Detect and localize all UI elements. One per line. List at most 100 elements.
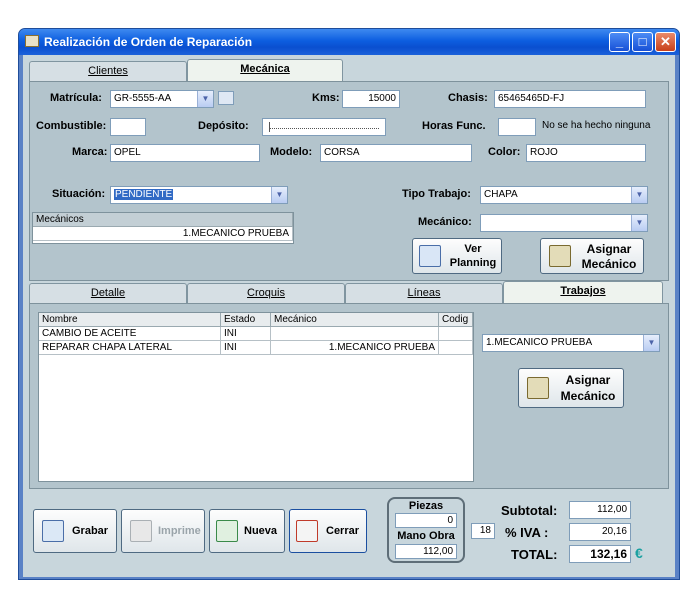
asignar-mecanico-line1: Asignar bbox=[586, 242, 632, 256]
deposito-slider[interactable] bbox=[262, 118, 386, 136]
col-codig-header[interactable]: Codig bbox=[439, 313, 473, 327]
mano-obra-field[interactable]: 112,00 bbox=[395, 544, 457, 559]
chasis-field[interactable]: 65465465D-FJ bbox=[494, 90, 646, 108]
situacion-label: Situación: bbox=[52, 188, 106, 200]
tab-clientes-label: Clientes bbox=[88, 65, 128, 77]
lookup-icon[interactable] bbox=[218, 91, 234, 105]
table-row-nombre[interactable]: REPARAR CHAPA LATERAL bbox=[39, 341, 221, 355]
tab-mecanica[interactable]: Mecánica bbox=[187, 59, 343, 83]
slider-thumb[interactable] bbox=[269, 122, 270, 132]
kms-field[interactable]: 15000 bbox=[342, 90, 400, 108]
tab-croquis-label: Croquis bbox=[247, 287, 285, 299]
trabajos-asignar-mecanico-button[interactable]: Asignar Mecánico bbox=[518, 368, 624, 408]
nueva-button[interactable]: Nueva bbox=[209, 509, 285, 553]
col-mecanico-header[interactable]: Mecánico bbox=[271, 313, 439, 327]
imprime-button: Imprime bbox=[121, 509, 205, 553]
table-row-mecanico[interactable] bbox=[271, 327, 439, 341]
minimize-button[interactable]: _ bbox=[609, 32, 630, 52]
ver-planning-line2: Planning bbox=[449, 257, 497, 269]
chevron-down-icon[interactable]: ▼ bbox=[643, 335, 659, 351]
imprime-label: Imprime bbox=[158, 525, 201, 537]
col-estado-header[interactable]: Estado bbox=[221, 313, 271, 327]
euro-symbol: € bbox=[635, 545, 643, 561]
maximize-button[interactable]: □ bbox=[632, 32, 653, 52]
horas-func-field[interactable] bbox=[498, 118, 536, 136]
col-nombre-header[interactable]: Nombre bbox=[39, 313, 221, 327]
tipo-trabajo-label: Tipo Trabajo: bbox=[402, 188, 471, 200]
ver-planning-line1: Ver bbox=[464, 243, 482, 255]
piezas-label: Piezas bbox=[408, 500, 444, 512]
combustible-label: Combustible: bbox=[36, 120, 107, 132]
mecanico-combo[interactable]: ▼ bbox=[480, 214, 648, 232]
iva-field: 20,16 bbox=[569, 523, 631, 541]
tab-detalle[interactable]: Detalle bbox=[29, 283, 187, 303]
tab-detalle-label: Detalle bbox=[90, 287, 126, 299]
grabar-label: Grabar bbox=[72, 525, 109, 537]
iva-label: % IVA : bbox=[505, 525, 549, 540]
tipo-trabajo-value: CHAPA bbox=[484, 189, 518, 200]
ver-planning-button[interactable]: Ver Planning bbox=[412, 238, 502, 274]
chevron-down-icon[interactable]: ▼ bbox=[631, 215, 647, 231]
asignar-mecanico-line2: Mecánico bbox=[581, 257, 637, 271]
assign-user-icon bbox=[549, 245, 571, 267]
new-doc-icon bbox=[216, 520, 238, 542]
tab-lineas[interactable]: Líneas bbox=[345, 283, 503, 303]
table-row-estado[interactable]: INI bbox=[221, 327, 271, 341]
tab-clientes[interactable]: Clientes bbox=[29, 61, 187, 81]
kms-label: Kms: bbox=[312, 92, 340, 104]
total-field: 132,16 bbox=[569, 545, 631, 563]
mecanicos-header: Mecánicos bbox=[33, 213, 293, 227]
trabajos-mecanico-combo[interactable]: 1.MECANICO PRUEBA ▼ bbox=[482, 334, 660, 352]
cerrar-button[interactable]: Cerrar bbox=[289, 509, 367, 553]
color-field[interactable]: ROJO bbox=[526, 144, 646, 162]
slider-ticks bbox=[269, 128, 379, 129]
combustible-field[interactable] bbox=[110, 118, 146, 136]
nueva-label: Nueva bbox=[244, 525, 278, 537]
table-row-nombre[interactable]: CAMBIO DE ACEITE bbox=[39, 327, 221, 341]
chasis-label: Chasis: bbox=[448, 92, 488, 104]
tab-croquis[interactable]: Croquis bbox=[187, 283, 345, 303]
trabajos-grid: Nombre Estado Mecánico Codig CAMBIO DE A… bbox=[38, 312, 474, 482]
title-bar[interactable]: Realización de Orden de Reparación _ □ ✕ bbox=[19, 29, 679, 55]
trabajos-asignar-line1: Asignar bbox=[565, 373, 611, 387]
mecanicos-grid: Mecánicos 1.MECANICO PRUEBA bbox=[32, 212, 294, 244]
situacion-combo[interactable]: PENDIENTE ▼ bbox=[110, 186, 288, 204]
chevron-down-icon[interactable]: ▼ bbox=[631, 187, 647, 203]
total-label: TOTAL: bbox=[511, 547, 558, 562]
app-window: Realización de Orden de Reparación _ □ ✕… bbox=[18, 28, 680, 580]
tipo-trabajo-combo[interactable]: CHAPA ▼ bbox=[480, 186, 648, 204]
table-row-codig[interactable] bbox=[439, 341, 473, 355]
close-window-icon bbox=[296, 520, 318, 542]
color-label: Color: bbox=[488, 146, 521, 158]
chevron-down-icon[interactable]: ▼ bbox=[197, 91, 213, 107]
printer-icon bbox=[130, 520, 152, 542]
client-area: Clientes Mecánica Matrícula: GR-5555-AA … bbox=[23, 55, 675, 577]
iva-rate-field[interactable]: 18 bbox=[471, 523, 495, 539]
close-button[interactable]: ✕ bbox=[655, 32, 676, 52]
matricula-combo[interactable]: GR-5555-AA ▼ bbox=[110, 90, 214, 108]
window-title: Realización de Orden de Reparación bbox=[44, 35, 253, 49]
horas-func-label: Horas Func. bbox=[422, 120, 486, 132]
modelo-field[interactable]: CORSA bbox=[320, 144, 472, 162]
piezas-mano-obra-box: Piezas 0 Mano Obra 112,00 bbox=[387, 497, 465, 563]
trabajos-asignar-line2: Mecánico bbox=[560, 389, 616, 403]
table-row[interactable]: 1.MECANICO PRUEBA bbox=[33, 227, 293, 241]
table-row-codig[interactable] bbox=[439, 327, 473, 341]
situacion-value: PENDIENTE bbox=[114, 189, 174, 200]
assign-user-icon bbox=[527, 377, 549, 399]
table-row-estado[interactable]: INI bbox=[221, 341, 271, 355]
deposito-label: Depósito: bbox=[198, 120, 249, 132]
save-icon bbox=[42, 520, 64, 542]
marca-field[interactable]: OPEL bbox=[110, 144, 260, 162]
tab-lineas-label: Líneas bbox=[407, 287, 441, 299]
mecanica-panel: Matrícula: GR-5555-AA ▼ Kms: 15000 Chasi… bbox=[29, 81, 669, 281]
asignar-mecanico-button[interactable]: Asignar Mecánico bbox=[540, 238, 644, 274]
tab-trabajos[interactable]: Trabajos bbox=[503, 281, 663, 303]
trabajos-panel: Nombre Estado Mecánico Codig CAMBIO DE A… bbox=[29, 303, 669, 489]
chevron-down-icon[interactable]: ▼ bbox=[271, 187, 287, 203]
table-row-mecanico[interactable]: 1.MECANICO PRUEBA bbox=[271, 341, 439, 355]
trabajos-mecanico-value: 1.MECANICO PRUEBA bbox=[486, 337, 593, 348]
app-icon bbox=[25, 35, 39, 47]
grabar-button[interactable]: Grabar bbox=[33, 509, 117, 553]
piezas-field[interactable]: 0 bbox=[395, 513, 457, 528]
